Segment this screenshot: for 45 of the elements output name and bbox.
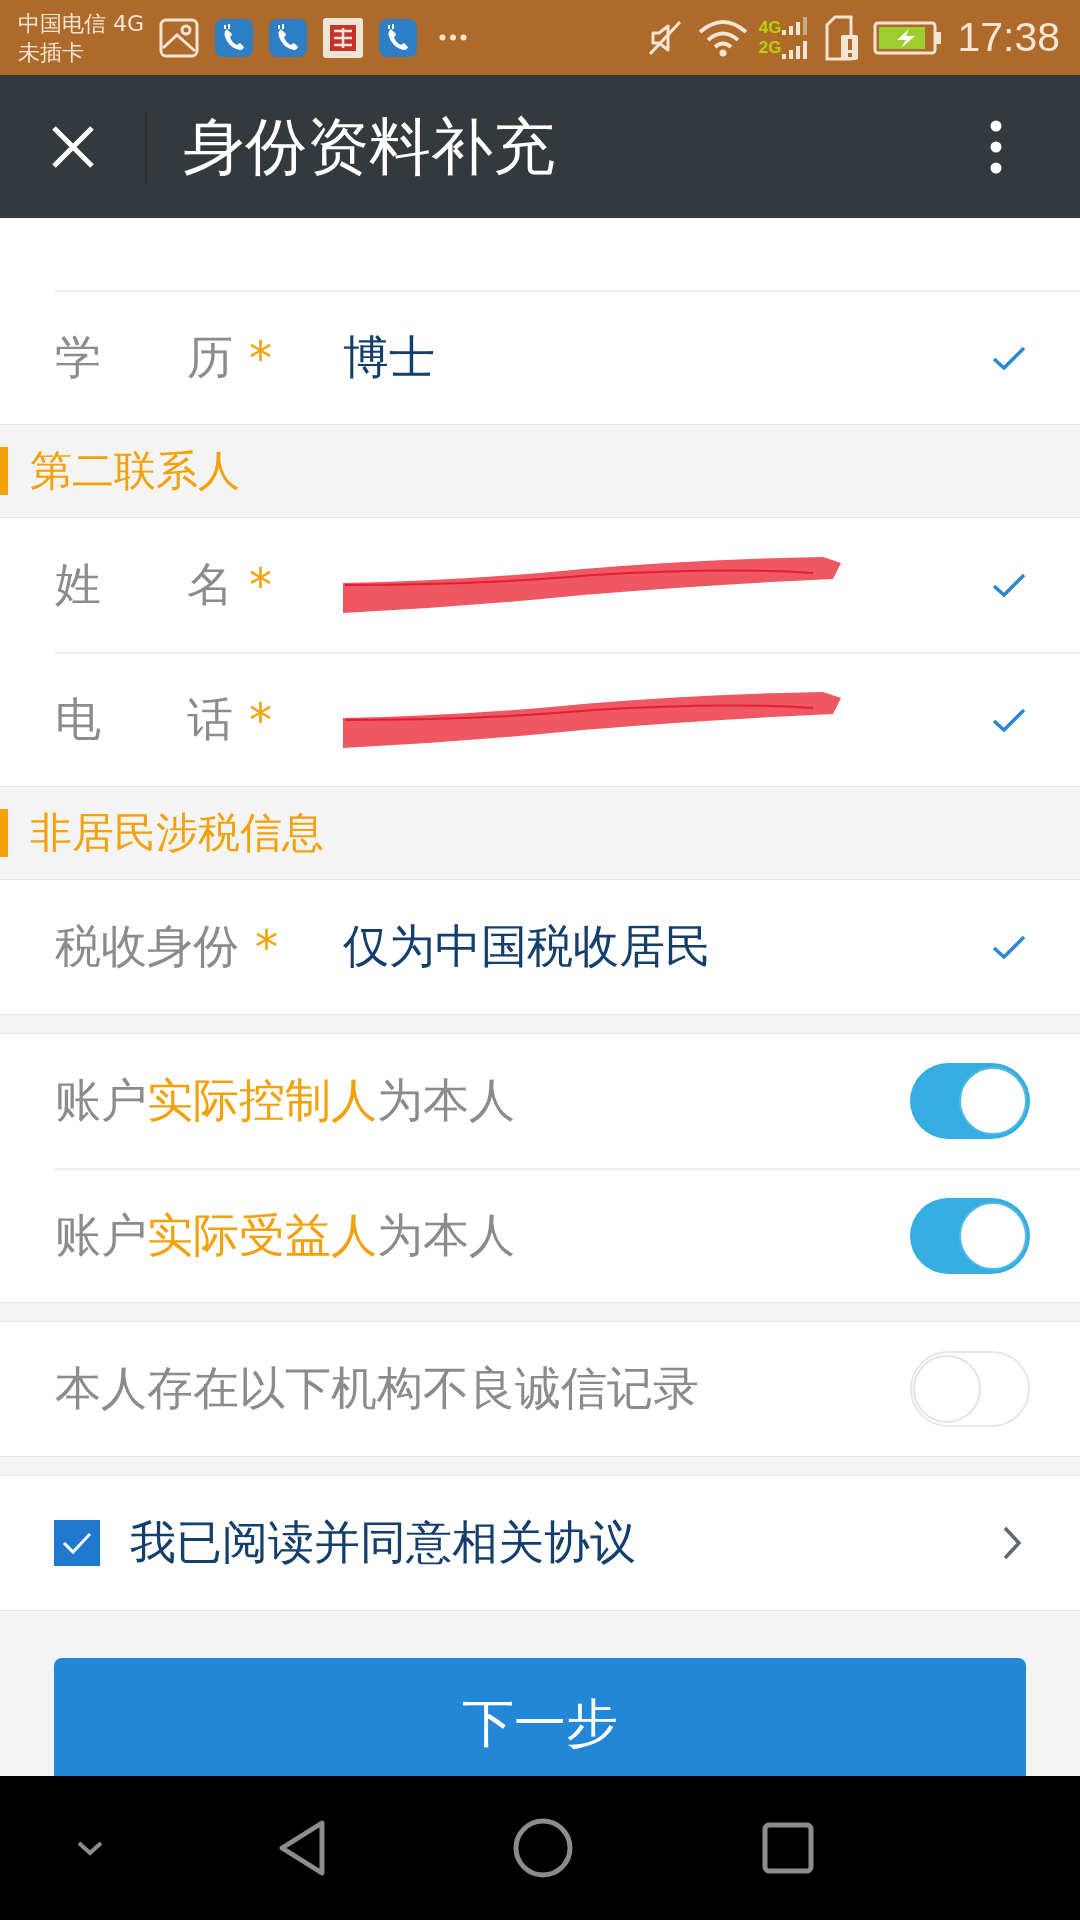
accent-bar-icon xyxy=(0,447,8,495)
section-title: 非居民涉税信息 xyxy=(30,807,324,859)
chevron-right-icon xyxy=(1002,1525,1022,1561)
field-label: 税收身份 xyxy=(55,918,239,975)
more-notifications-icon xyxy=(439,34,467,41)
home-icon[interactable] xyxy=(513,1818,573,1878)
section-title: 第二联系人 xyxy=(30,445,240,497)
recents-icon[interactable] xyxy=(762,1822,814,1874)
agreement-row[interactable]: 我已阅读并同意相关协议 xyxy=(0,1476,1080,1610)
field-label: 学 历 xyxy=(55,329,233,386)
field-label: 姓 名 xyxy=(55,556,233,613)
back-icon[interactable] xyxy=(277,1819,327,1877)
field-label: 电 话 xyxy=(55,691,233,748)
sim-alert-icon xyxy=(825,14,860,61)
switch-label: 账户实际控制人为本人 xyxy=(55,1072,515,1129)
required-mark: * xyxy=(255,920,278,974)
switch-label: 账户实际受益人为本人 xyxy=(55,1207,515,1264)
next-button[interactable]: 下一步 xyxy=(54,1658,1026,1776)
signal-icon xyxy=(781,15,810,60)
sim-status: 未插卡 xyxy=(18,38,84,67)
carrier-name: 中国电信 4G xyxy=(18,9,145,38)
more-menu-icon[interactable] xyxy=(990,119,1002,174)
accent-bar-icon xyxy=(0,809,8,857)
chevron-down-icon[interactable] xyxy=(77,1840,103,1856)
close-icon[interactable] xyxy=(51,124,95,169)
required-mark: * xyxy=(249,558,272,612)
phone-app-icon xyxy=(379,18,417,57)
gallery-icon xyxy=(159,17,199,58)
required-mark: * xyxy=(249,693,272,747)
required-mark: * xyxy=(249,331,272,385)
agreement-text: 我已阅读并同意相关协议 xyxy=(130,1514,636,1571)
network-type-label: 2G xyxy=(758,37,782,58)
clock-time: 17:38 xyxy=(957,14,1060,61)
battery-charging-icon xyxy=(873,20,944,55)
checkbox[interactable] xyxy=(54,1520,100,1566)
mute-icon xyxy=(646,19,683,56)
wifi-icon xyxy=(696,18,749,57)
switch-label: 本人存在以下机构不良诚信记录 xyxy=(55,1360,699,1417)
field-value[interactable]: 博士 xyxy=(343,327,435,389)
page-title: 身份资料补充 xyxy=(183,108,555,185)
stamp-app-icon xyxy=(323,17,363,58)
field-value[interactable]: 仅为中国税收居民 xyxy=(343,916,711,978)
phone-app-icon xyxy=(215,18,253,57)
phone-app-icon xyxy=(269,18,307,57)
network-type-label: 4G xyxy=(758,17,782,38)
